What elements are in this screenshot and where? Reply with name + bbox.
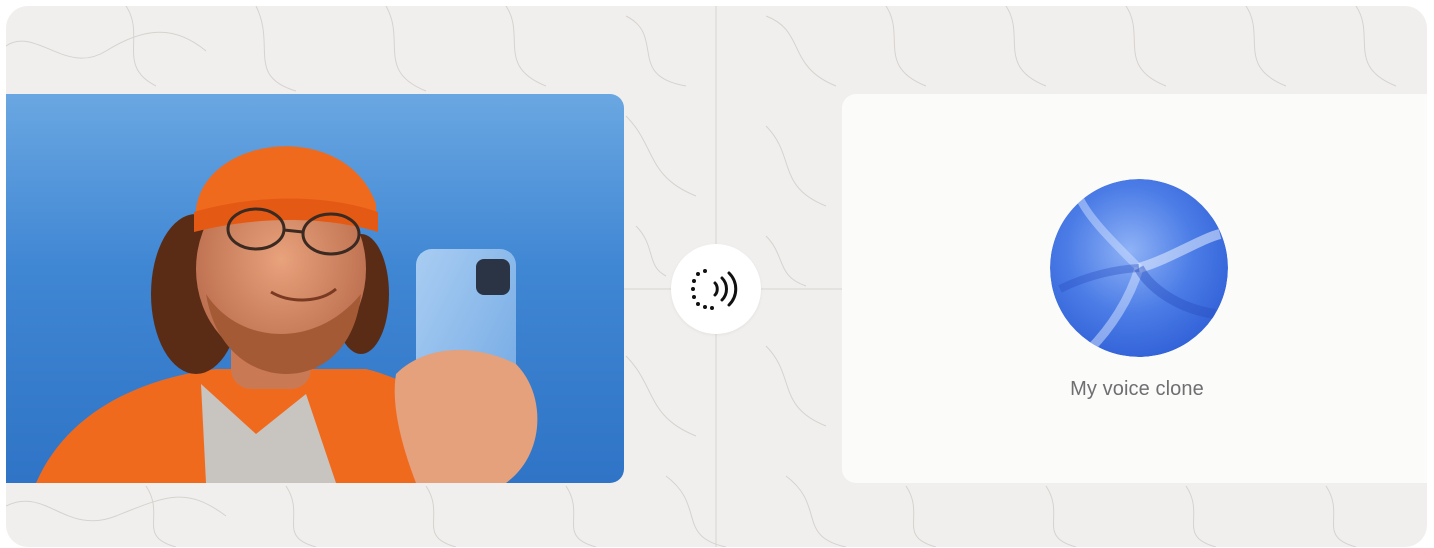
voice-clone-waves-icon: [691, 269, 738, 310]
hero-frame: My voice clone: [6, 6, 1427, 547]
photo-card: [6, 94, 624, 483]
voice-orb-avatar: [1050, 179, 1228, 357]
voice-clone-card[interactable]: My voice clone: [842, 94, 1427, 483]
voice-clone-label: My voice clone: [1070, 378, 1204, 400]
voice-clone-button[interactable]: [671, 244, 761, 334]
person-photo: [36, 146, 538, 483]
